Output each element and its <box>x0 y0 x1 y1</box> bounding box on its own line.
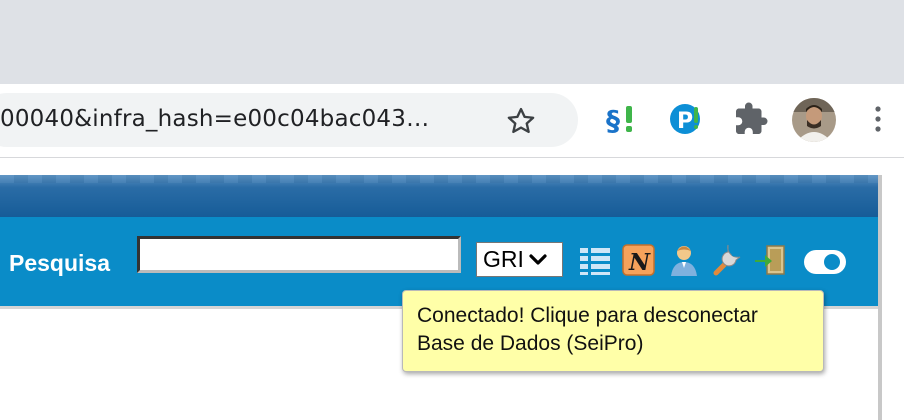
svg-text:P: P <box>677 109 693 134</box>
profile-avatar[interactable] <box>792 98 836 142</box>
chevron-down-icon <box>529 253 547 265</box>
tools-icon[interactable] <box>710 243 744 277</box>
tooltip-line-1: Conectado! Clique para desconectar <box>417 304 758 327</box>
url-text[interactable]: 00040&infra_hash=e00c04bac043… <box>0 106 429 132</box>
user-icon[interactable] <box>667 243 701 277</box>
svg-text:N: N <box>628 249 651 276</box>
sei-page: Pesquisa GRI N <box>0 158 904 420</box>
n-note-icon[interactable]: N <box>622 243 656 277</box>
tooltip-line-2: Base de Dados (SeiPro) <box>417 332 644 355</box>
unit-select[interactable]: GRI <box>476 242 563 277</box>
toggle-knob <box>824 254 840 270</box>
list-icon[interactable] <box>578 243 612 277</box>
toggle-switch-icon[interactable] <box>804 250 846 274</box>
header-top-bar <box>0 175 878 217</box>
sei-pro-extension-icon[interactable]: § <box>604 101 640 137</box>
exit-door-icon[interactable] <box>753 243 787 277</box>
page-right-border <box>878 175 882 420</box>
search-label: Pesquisa <box>9 250 110 276</box>
star-icon[interactable] <box>506 106 536 136</box>
p-extension-icon[interactable]: P <box>668 101 704 137</box>
kebab-menu-icon[interactable] <box>870 104 886 134</box>
unit-select-value: GRI <box>483 246 524 272</box>
svg-text:§: § <box>606 104 620 137</box>
browser-toolbar: 00040&infra_hash=e00c04bac043… § P <box>0 84 904 158</box>
puzzle-icon[interactable] <box>733 101 769 137</box>
tab-strip <box>0 0 904 84</box>
connection-tooltip: Conectado! Clique para desconectar Base … <box>402 290 824 372</box>
search-input[interactable] <box>137 236 461 273</box>
address-bar[interactable]: 00040&infra_hash=e00c04bac043… <box>0 93 578 147</box>
